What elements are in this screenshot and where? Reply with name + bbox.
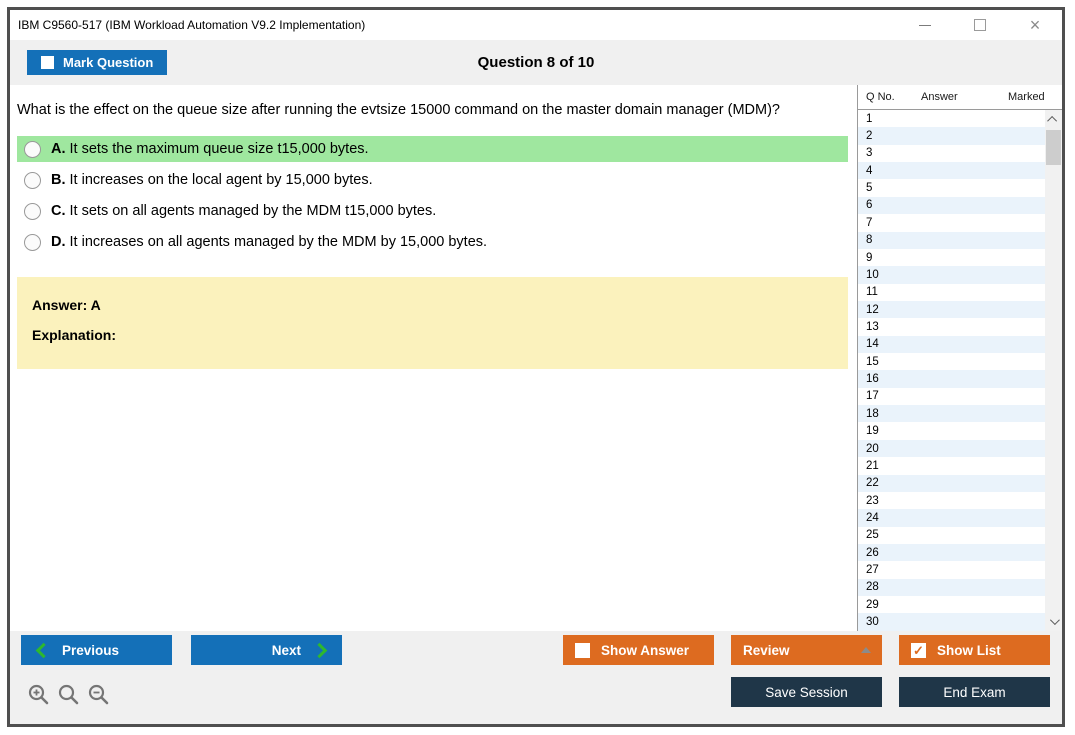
minimize-icon[interactable] bbox=[914, 14, 936, 36]
question-list-row[interactable]: 20 bbox=[858, 440, 1045, 457]
question-list-row[interactable]: 2 bbox=[858, 127, 1045, 144]
question-list-row[interactable]: 1 bbox=[858, 110, 1045, 127]
question-list-row[interactable]: 16 bbox=[858, 370, 1045, 387]
explanation-label: Explanation: bbox=[32, 327, 848, 343]
answer-option-c[interactable]: C. It sets on all agents managed by the … bbox=[17, 198, 848, 224]
question-list-row[interactable]: 19 bbox=[858, 422, 1045, 439]
answer-panel: Answer: A Explanation: bbox=[17, 277, 848, 369]
close-icon[interactable]: × bbox=[1024, 14, 1046, 36]
dropdown-up-icon bbox=[861, 647, 871, 653]
mark-question-button[interactable]: Mark Question bbox=[27, 50, 167, 75]
question-list-row[interactable]: 13 bbox=[858, 318, 1045, 335]
mark-question-label: Mark Question bbox=[63, 55, 153, 70]
option-label: D. It increases on all agents managed by… bbox=[51, 234, 487, 250]
question-list-row[interactable]: 10 bbox=[858, 266, 1045, 283]
question-list-row[interactable]: 26 bbox=[858, 544, 1045, 561]
answer-label: Answer: A bbox=[32, 297, 848, 313]
question-list-row[interactable]: 9 bbox=[858, 249, 1045, 266]
question-text: What is the effect on the queue size aft… bbox=[17, 101, 848, 119]
question-list-row[interactable]: 4 bbox=[858, 162, 1045, 179]
answer-option-b[interactable]: B. It increases on the local agent by 15… bbox=[17, 167, 848, 193]
show-list-checkbox[interactable]: ✓ bbox=[911, 643, 926, 658]
next-button[interactable]: Next bbox=[191, 635, 342, 665]
chevron-right-icon bbox=[312, 642, 328, 658]
zoom-in-icon[interactable] bbox=[27, 683, 50, 706]
end-exam-button[interactable]: End Exam bbox=[899, 677, 1050, 707]
check-icon: ✓ bbox=[913, 644, 924, 657]
question-list-row[interactable]: 29 bbox=[858, 596, 1045, 613]
option-label: A. It sets the maximum queue size t15,00… bbox=[51, 141, 369, 157]
show-answer-label: Show Answer bbox=[601, 643, 689, 658]
question-list-row[interactable]: 27 bbox=[858, 561, 1045, 578]
scroll-down-icon[interactable] bbox=[1045, 613, 1062, 629]
footer-bar: Previous Next Show bbox=[10, 631, 1062, 724]
question-list-row[interactable]: 24 bbox=[858, 509, 1045, 526]
options: A. It sets the maximum queue size t15,00… bbox=[17, 136, 848, 255]
answer-option-a[interactable]: A. It sets the maximum queue size t15,00… bbox=[17, 136, 848, 162]
previous-label: Previous bbox=[62, 643, 119, 658]
question-list-row[interactable]: 6 bbox=[858, 197, 1045, 214]
question-list-header: Q No. Answer Marked bbox=[858, 85, 1062, 110]
review-label: Review bbox=[743, 643, 790, 658]
question-list-row[interactable]: 18 bbox=[858, 405, 1045, 422]
question-counter: Question 8 of 10 bbox=[10, 54, 1062, 71]
scrollbar[interactable] bbox=[1045, 110, 1062, 631]
question-panel: What is the effect on the queue size aft… bbox=[10, 85, 857, 631]
window-controls: × bbox=[914, 14, 1046, 36]
show-list-button[interactable]: ✓ Show List bbox=[899, 635, 1050, 665]
chevron-left-icon bbox=[36, 642, 52, 658]
title-bar: IBM C9560-517 (IBM Workload Automation V… bbox=[10, 10, 1062, 40]
option-label: B. It increases on the local agent by 15… bbox=[51, 172, 373, 188]
question-list-row[interactable]: 25 bbox=[858, 527, 1045, 544]
show-answer-button[interactable]: Show Answer bbox=[563, 635, 714, 665]
question-list-row[interactable]: 17 bbox=[858, 388, 1045, 405]
question-list-row[interactable]: 28 bbox=[858, 579, 1045, 596]
question-list-row[interactable]: 7 bbox=[858, 214, 1045, 231]
column-marked: Marked bbox=[988, 91, 1062, 103]
content-area: What is the effect on the queue size aft… bbox=[10, 85, 1062, 631]
scroll-up-icon[interactable] bbox=[1045, 111, 1062, 127]
review-button[interactable]: Review bbox=[731, 635, 882, 665]
scrollbar-thumb[interactable] bbox=[1046, 130, 1061, 165]
column-answer: Answer bbox=[913, 91, 988, 103]
question-list-row[interactable]: 12 bbox=[858, 301, 1045, 318]
column-qno: Q No. bbox=[858, 91, 913, 103]
answer-option-d[interactable]: D. It increases on all agents managed by… bbox=[17, 229, 848, 255]
end-exam-label: End Exam bbox=[943, 685, 1005, 700]
question-list-row[interactable]: 5 bbox=[858, 179, 1045, 196]
save-session-button[interactable]: Save Session bbox=[731, 677, 882, 707]
question-list-row[interactable]: 21 bbox=[858, 457, 1045, 474]
question-list-sidebar: Q No. Answer Marked 12345678910111213141… bbox=[857, 85, 1062, 631]
maximize-icon[interactable] bbox=[969, 14, 991, 36]
question-list-row[interactable]: 23 bbox=[858, 492, 1045, 509]
next-label: Next bbox=[272, 643, 301, 658]
question-list-row[interactable]: 30 bbox=[858, 613, 1045, 630]
exam-window: IBM C9560-517 (IBM Workload Automation V… bbox=[7, 7, 1065, 727]
question-list-row[interactable]: 8 bbox=[858, 232, 1045, 249]
question-list-row[interactable]: 15 bbox=[858, 353, 1045, 370]
question-list-row[interactable]: 11 bbox=[858, 284, 1045, 301]
mark-question-checkbox[interactable] bbox=[41, 56, 54, 69]
radio-icon[interactable] bbox=[24, 172, 41, 189]
radio-icon[interactable] bbox=[24, 203, 41, 220]
question-list-row[interactable]: 22 bbox=[858, 475, 1045, 492]
zoom-normal-icon[interactable] bbox=[57, 683, 80, 706]
question-list-rows: 1234567891011121314151617181920212223242… bbox=[858, 110, 1045, 631]
window-title: IBM C9560-517 (IBM Workload Automation V… bbox=[18, 18, 365, 32]
question-list-body: 1234567891011121314151617181920212223242… bbox=[858, 110, 1062, 631]
question-list-row[interactable]: 14 bbox=[858, 336, 1045, 353]
question-list-row[interactable]: 3 bbox=[858, 145, 1045, 162]
save-session-label: Save Session bbox=[765, 685, 848, 700]
show-list-label: Show List bbox=[937, 643, 1001, 658]
previous-button[interactable]: Previous bbox=[21, 635, 172, 665]
radio-icon[interactable] bbox=[24, 141, 41, 158]
option-label: C. It sets on all agents managed by the … bbox=[51, 203, 436, 219]
radio-icon[interactable] bbox=[24, 234, 41, 251]
show-answer-checkbox[interactable] bbox=[575, 643, 590, 658]
zoom-controls bbox=[27, 683, 110, 706]
zoom-out-icon[interactable] bbox=[87, 683, 110, 706]
toolbar: Mark Question Question 8 of 10 bbox=[10, 40, 1062, 85]
